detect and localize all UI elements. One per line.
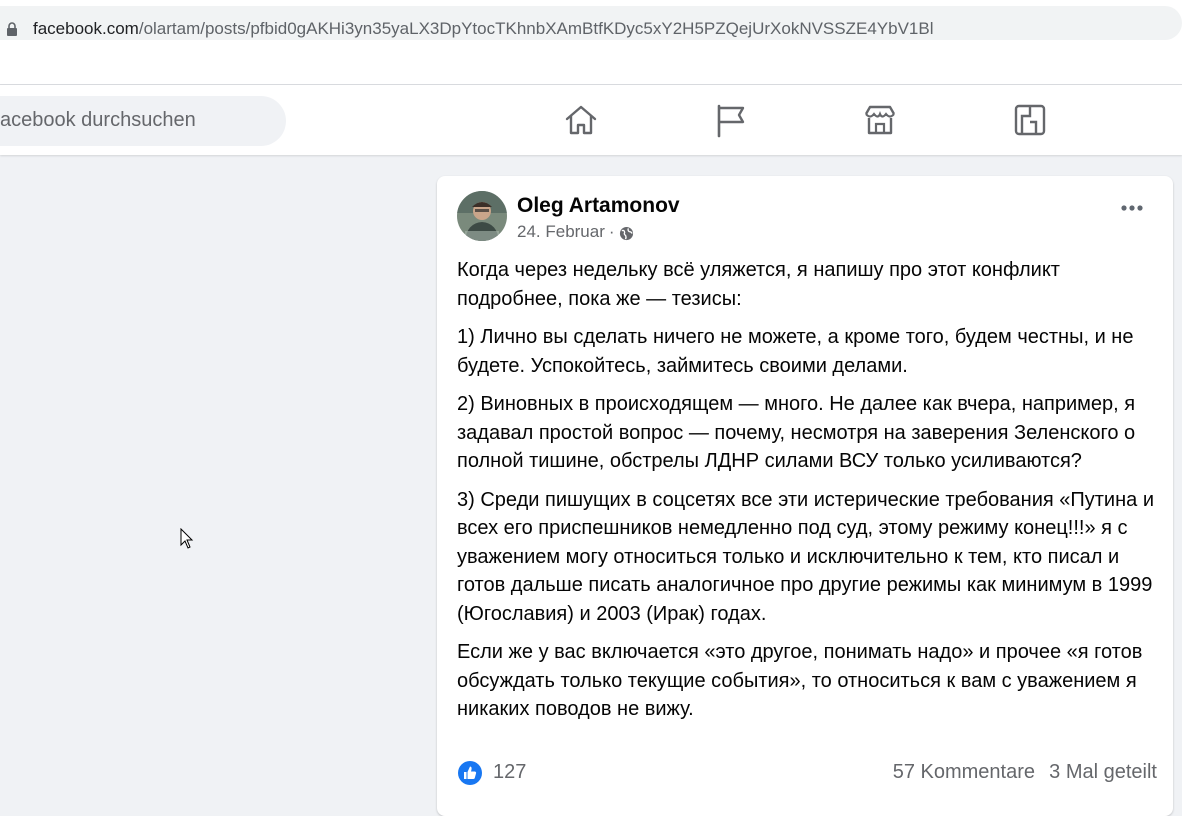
- more-options-icon[interactable]: [1121, 204, 1143, 212]
- post-paragraph: 2) Виновных в происходящем — много. Не д…: [457, 393, 1136, 472]
- like-count[interactable]: 127: [493, 761, 526, 784]
- mouse-cursor-icon: [180, 528, 194, 549]
- pages-flag-icon[interactable]: [713, 102, 749, 138]
- shares-count[interactable]: 3 Mal geteilt: [1049, 761, 1157, 784]
- facebook-top-nav: acebook durchsuchen: [0, 85, 1182, 155]
- url-path: /olartam/posts/pfbid0gAKHi3yn35yaLX3DpYt…: [138, 19, 934, 38]
- comments-count[interactable]: 57 Kommentare: [893, 761, 1035, 784]
- post-date[interactable]: 24. Februar: [517, 222, 605, 242]
- lock-icon[interactable]: [6, 22, 18, 36]
- home-icon[interactable]: [563, 102, 599, 138]
- meta-separator: ·: [608, 222, 615, 241]
- reactions-bar: 127 57 Kommentare 3 Mal geteilt: [457, 760, 1157, 786]
- url-field[interactable]: facebook.com/olartam/posts/pfbid0gAKHi3y…: [0, 6, 1182, 40]
- post-card: Oleg Artamonov 24. Februar · Когда через…: [437, 176, 1173, 816]
- search-placeholder: acebook durchsuchen: [0, 109, 196, 131]
- avatar[interactable]: [457, 191, 507, 241]
- post-paragraph: 3) Среди пишущих в соцсетях все эти исте…: [457, 488, 1155, 625]
- search-input[interactable]: acebook durchsuchen: [0, 96, 286, 146]
- post-paragraph: Если же у вас включается «это другое, по…: [457, 641, 1143, 720]
- marketplace-icon[interactable]: [862, 102, 898, 138]
- post-text: Когда через недельку всё уляжется, я нап…: [457, 256, 1157, 734]
- globe-icon: [619, 226, 633, 240]
- url-text[interactable]: facebook.com/olartam/posts/pfbid0gAKHi3y…: [33, 19, 934, 39]
- gaming-icon[interactable]: [1012, 102, 1048, 138]
- url-host: facebook.com: [33, 19, 139, 38]
- post-meta: 24. Februar ·: [517, 222, 634, 242]
- browser-address-bar: facebook.com/olartam/posts/pfbid0gAKHi3y…: [0, 0, 1182, 46]
- bookmarks-bar: [0, 46, 1182, 85]
- like-reaction-icon[interactable]: [457, 760, 483, 786]
- post-paragraph: 1) Лично вы сделать ничего не можете, а …: [457, 326, 1134, 377]
- post-paragraph: Когда через недельку всё уляжется, я нап…: [457, 259, 1060, 310]
- post-author-name[interactable]: Oleg Artamonov: [517, 194, 680, 218]
- avatar-photo: [457, 191, 507, 241]
